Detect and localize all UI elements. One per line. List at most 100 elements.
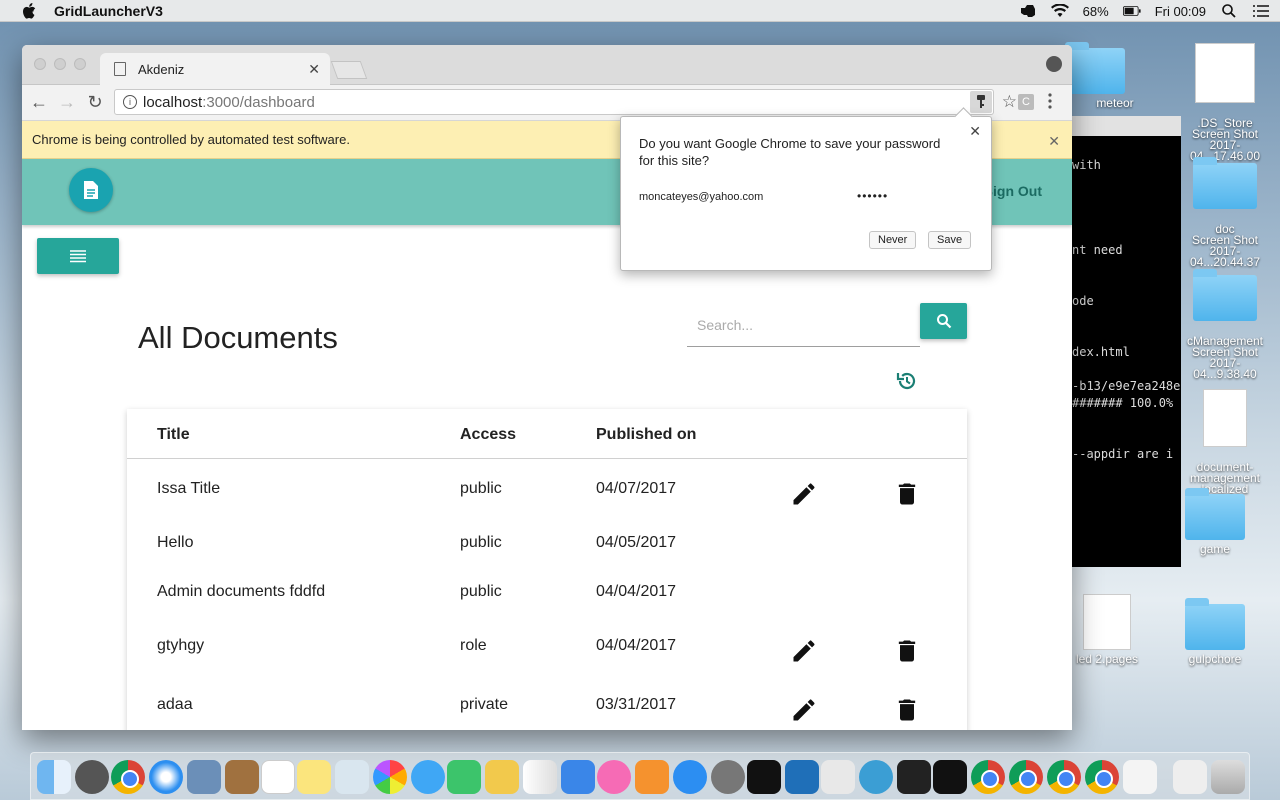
- facetime-icon[interactable]: [447, 760, 481, 794]
- numbers-chart-icon[interactable]: [523, 760, 557, 794]
- sublime-text-icon[interactable]: [821, 760, 855, 794]
- desktop-folder-gulpchore[interactable]: gulpchore: [1170, 598, 1260, 665]
- cell-title[interactable]: Issa Title: [157, 480, 220, 498]
- search-input[interactable]: Search...: [687, 303, 920, 347]
- desktop-folder-game[interactable]: game: [1170, 488, 1260, 556]
- desktop-file-screenshot-1[interactable]: .DS_Store Screen Shot 2017-04...17.46.00: [1180, 32, 1270, 162]
- table-row[interactable]: adaa private 03/31/2017: [127, 679, 967, 729]
- edit-pencil-icon[interactable]: [790, 696, 818, 724]
- terminal-icon-2[interactable]: [933, 760, 967, 794]
- safari-compass-icon[interactable]: [149, 760, 183, 794]
- trash-icon[interactable]: [1211, 760, 1245, 794]
- dialog-close-icon[interactable]: ✕: [969, 123, 981, 140]
- delete-trash-icon[interactable]: [893, 696, 921, 724]
- close-window-button[interactable]: [34, 58, 46, 70]
- menubar-clock[interactable]: Fri 00:09: [1155, 4, 1206, 19]
- battery-percent[interactable]: 68%: [1083, 4, 1109, 19]
- forward-arrow-icon[interactable]: →: [56, 92, 78, 114]
- never-button[interactable]: Never: [869, 231, 917, 249]
- chrome-icon-2[interactable]: [971, 760, 1005, 794]
- table-row[interactable]: Hello public 04/05/2017: [127, 517, 967, 567]
- address-bar[interactable]: i localhost:3000/dashboard ☆: [114, 89, 1017, 115]
- column-header-published[interactable]: Published on: [596, 426, 696, 444]
- keynote-icon[interactable]: [561, 760, 595, 794]
- search-icon: [936, 314, 951, 329]
- contacts-book-icon[interactable]: [225, 760, 259, 794]
- desktop-file-screenshot-3[interactable]: cManagement Screen Shot 2017-04...9.38.4…: [1180, 264, 1270, 380]
- itunes-music-icon[interactable]: [597, 760, 631, 794]
- calendar-icon[interactable]: [261, 760, 295, 794]
- save-button[interactable]: Save: [928, 231, 972, 249]
- bookmark-star-icon[interactable]: ☆: [1002, 92, 1017, 112]
- messages-icon[interactable]: [411, 760, 445, 794]
- terminal-window[interactable]: with nt need ode dex.html -b13/e9e7ea248…: [1060, 116, 1181, 567]
- sign-out-link[interactable]: Sign Out: [984, 183, 1042, 199]
- search-button[interactable]: [920, 303, 967, 339]
- system-preferences-gear-icon[interactable]: [711, 760, 745, 794]
- notes-icon[interactable]: [297, 760, 331, 794]
- finder-icon[interactable]: [37, 760, 71, 794]
- evernote-icon[interactable]: [859, 760, 893, 794]
- menubar-app-name[interactable]: GridLauncherV3: [54, 3, 163, 19]
- spotlight-search-icon[interactable]: [1220, 4, 1238, 18]
- ibooks-icon[interactable]: [635, 760, 669, 794]
- side-menu-button[interactable]: [37, 238, 119, 274]
- java-icon[interactable]: [1123, 760, 1157, 794]
- chrome-icon[interactable]: [111, 760, 145, 794]
- desktop-item-label: game: [1199, 542, 1231, 556]
- app-store-icon[interactable]: [673, 760, 707, 794]
- evernote-elephant-icon[interactable]: [1019, 4, 1037, 18]
- site-info-icon[interactable]: i: [123, 95, 137, 109]
- chrome-menu-icon[interactable]: [1048, 93, 1052, 111]
- column-header-access[interactable]: Access: [460, 426, 516, 444]
- apple-icon[interactable]: [20, 2, 38, 19]
- pages-icon[interactable]: [485, 760, 519, 794]
- launchpad-rocket-icon[interactable]: [75, 760, 109, 794]
- back-arrow-icon[interactable]: ←: [28, 92, 50, 114]
- desktop-item-label: led 2.pages: [1075, 652, 1139, 666]
- chrome-icon-3[interactable]: [1009, 760, 1043, 794]
- chrome-icon-5[interactable]: [1085, 760, 1119, 794]
- photos-icon[interactable]: [373, 760, 407, 794]
- password-key-icon[interactable]: [970, 91, 992, 113]
- delete-trash-icon[interactable]: [893, 480, 921, 508]
- desktop-file-document-management[interactable]: document- management localized: [1180, 378, 1270, 495]
- delete-trash-icon[interactable]: [893, 637, 921, 665]
- table-row[interactable]: Admin documents fddfd public 04/04/2017: [127, 566, 967, 616]
- infobar-close-icon[interactable]: ✕: [1048, 133, 1060, 150]
- terminal-line: dex.html: [1072, 345, 1130, 359]
- cell-title[interactable]: gtyhgy: [157, 637, 204, 655]
- chrome-icon-4[interactable]: [1047, 760, 1081, 794]
- table-row[interactable]: gtyhgy role 04/04/2017: [127, 620, 967, 670]
- profile-avatar-icon[interactable]: [1046, 56, 1062, 72]
- activity-monitor-icon[interactable]: [897, 760, 931, 794]
- notification-center-icon[interactable]: [1252, 4, 1270, 18]
- terminal-icon[interactable]: [747, 760, 781, 794]
- app-logo-document-icon[interactable]: [69, 168, 113, 212]
- tab-close-icon[interactable]: ✕: [308, 61, 320, 78]
- preview-icon[interactable]: [335, 760, 369, 794]
- new-tab-button[interactable]: [330, 61, 368, 79]
- battery-icon[interactable]: [1122, 4, 1141, 18]
- zoom-window-button[interactable]: [74, 58, 86, 70]
- desktop-file-pages[interactable]: led 2.pages: [1062, 594, 1152, 665]
- edit-pencil-icon[interactable]: [790, 637, 818, 665]
- column-header-title[interactable]: Title: [157, 426, 190, 444]
- terminal-line: -b13/e9e7ea248e: [1072, 379, 1181, 393]
- edit-pencil-icon[interactable]: [790, 480, 818, 508]
- vscode-icon[interactable]: [785, 760, 819, 794]
- downloads-stack-icon[interactable]: [1173, 760, 1207, 794]
- mail-stamp-icon[interactable]: [187, 760, 221, 794]
- wifi-icon[interactable]: [1050, 4, 1069, 18]
- table-row[interactable]: Issa Title public 04/07/2017: [127, 463, 967, 513]
- reload-icon[interactable]: ↻: [84, 92, 106, 114]
- extension-icon[interactable]: C: [1018, 94, 1034, 110]
- cell-title[interactable]: Hello: [157, 534, 193, 552]
- desktop-item-label: doc Screen Shot 2017-04...20.44.37: [1189, 222, 1261, 269]
- cell-title[interactable]: adaa: [157, 696, 193, 714]
- desktop-file-screenshot-2[interactable]: doc Screen Shot 2017-04...20.44.37: [1180, 152, 1270, 268]
- minimize-window-button[interactable]: [54, 58, 66, 70]
- restore-history-icon[interactable]: [896, 370, 918, 392]
- browser-tab-active[interactable]: Akdeniz ✕: [100, 53, 330, 85]
- cell-title[interactable]: Admin documents fddfd: [157, 583, 325, 601]
